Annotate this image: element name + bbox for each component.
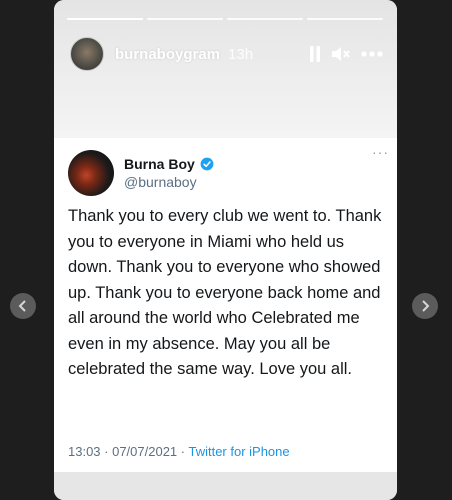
story-card[interactable]: burnaboygram 13h Burna Boy @burnaboy ···…	[54, 0, 397, 500]
story-time-ago: 13h	[228, 45, 254, 63]
mute-button[interactable]	[331, 46, 351, 62]
tweet-timestamp: 13:03 · 07/07/2021 ·	[68, 444, 189, 459]
progress-segment	[67, 18, 143, 20]
story-footer-background	[54, 472, 397, 500]
story-username[interactable]: burnaboygram	[115, 46, 220, 63]
progress-segment	[307, 18, 383, 20]
story-header: burnaboygram 13h	[70, 36, 383, 72]
more-options-button[interactable]	[361, 51, 383, 57]
tweet-author-name: Burna Boy	[124, 156, 195, 172]
tweet-author-handle: @burnaboy	[124, 174, 197, 190]
previous-story-button[interactable]	[10, 293, 36, 319]
pause-button[interactable]	[309, 46, 321, 62]
pause-icon	[310, 46, 320, 62]
chevron-left-icon	[18, 300, 26, 312]
avatar[interactable]	[70, 37, 104, 71]
tweet-avatar	[68, 150, 114, 196]
tweet-text: Thank you to every club we went to. Than…	[68, 207, 382, 378]
tweet-more-icon: ···	[372, 144, 389, 160]
progress-fill	[67, 18, 143, 20]
verified-badge-icon	[200, 157, 214, 171]
next-story-button[interactable]	[412, 293, 438, 319]
tweet-source: Twitter for iPhone	[188, 444, 290, 459]
story-progress	[67, 18, 383, 20]
speaker-muted-icon	[332, 47, 350, 61]
progress-segment	[147, 18, 223, 20]
tweet-meta: 13:03 · 07/07/2021 · Twitter for iPhone	[68, 444, 290, 459]
chevron-right-icon	[422, 300, 430, 312]
progress-segment	[227, 18, 303, 20]
more-horizontal-icon	[361, 51, 383, 57]
tweet-card: Burna Boy @burnaboy ··· Thank you to eve…	[54, 138, 397, 472]
